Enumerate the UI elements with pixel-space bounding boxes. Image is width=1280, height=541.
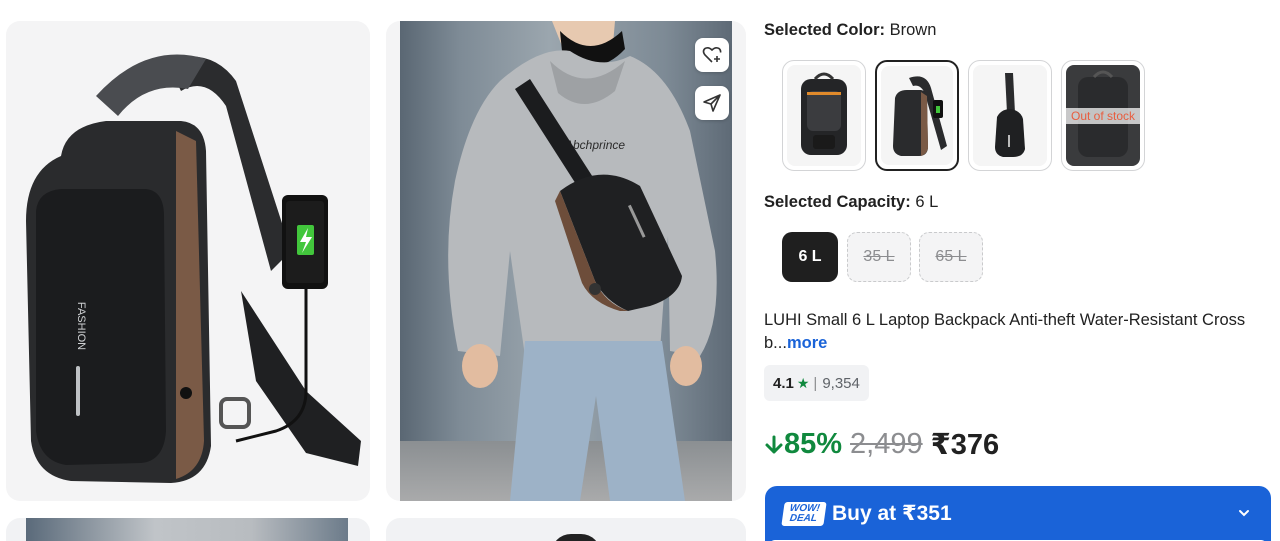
rating-score: 4.1 — [773, 374, 794, 392]
mrp-price: 2,499 — [850, 428, 923, 460]
send-icon — [703, 94, 721, 112]
product-details-panel: Selected Color: Brown Out of stock Selec… — [764, 0, 1274, 541]
more-link[interactable]: more — [787, 334, 827, 352]
selected-color-line: Selected Color: Brown — [764, 21, 936, 40]
discount-percent: 85% — [784, 428, 843, 460]
product-image-4[interactable] — [386, 518, 746, 541]
rating-badge[interactable]: 4.1 ★ | 9,354 — [764, 365, 869, 401]
product-image-1[interactable]: FASHION — [6, 21, 370, 501]
heart-plus-icon — [702, 46, 722, 63]
product-title: LUHI Small 6 L Laptop Backpack Anti-thef… — [764, 309, 1264, 355]
bag-brand-print: FASHION — [75, 302, 87, 350]
color-swatch-brown-sling[interactable] — [875, 60, 959, 171]
black-sling-thumbnail — [995, 73, 1025, 157]
buy-now-bar[interactable]: WOW! DEAL Buy at ₹351 — [765, 486, 1271, 541]
model-photo: Abchprince — [400, 21, 732, 501]
rating-count: 9,354 — [822, 374, 860, 392]
sling-bag-photo: FASHION — [26, 54, 361, 483]
final-price: ₹376 — [930, 429, 1000, 461]
chevron-down-icon[interactable] — [1237, 506, 1251, 520]
star-icon: ★ — [796, 374, 810, 391]
capacity-option-35l[interactable]: 35 L — [847, 232, 911, 282]
black-backpack-thumbnail — [801, 72, 847, 155]
price-row: 85% 2,499 ₹376 — [764, 427, 999, 462]
share-button[interactable] — [695, 86, 729, 120]
product-title-text: LUHI Small 6 L Laptop Backpack Anti-thef… — [764, 311, 1246, 352]
selected-capacity-line: Selected Capacity: 6 L — [764, 193, 938, 212]
brown-sling-thumbnail — [893, 76, 947, 156]
selected-capacity-label: Selected Capacity: — [764, 193, 911, 211]
wishlist-button[interactable] — [695, 38, 729, 72]
color-swatch-black-sling-outline[interactable] — [968, 60, 1052, 171]
discount: 85% — [764, 428, 842, 461]
arrow-down-icon — [765, 435, 783, 453]
product-image-3[interactable] — [6, 518, 370, 541]
wow-deal-badge: WOW! DEAL — [781, 502, 827, 526]
out-of-stock-label: Out of stock — [1062, 108, 1144, 124]
selected-color-label: Selected Color: — [764, 21, 886, 39]
rating-separator: | — [813, 374, 818, 392]
product-image-2[interactable]: Abchprince — [386, 21, 746, 501]
color-swatch-black-laptop-backpack[interactable] — [782, 60, 866, 171]
selected-capacity-value: 6 L — [915, 193, 939, 211]
buy-at-label: Buy at ₹351 — [832, 502, 952, 525]
capacity-option-65l[interactable]: 65 L — [919, 232, 983, 282]
wow-deal-line2: DEAL — [788, 513, 818, 524]
capacity-option-6l[interactable]: 6 L — [782, 232, 838, 282]
selected-color-value: Brown — [889, 21, 937, 39]
color-swatch-grey-backpack[interactable]: Out of stock — [1061, 60, 1145, 171]
